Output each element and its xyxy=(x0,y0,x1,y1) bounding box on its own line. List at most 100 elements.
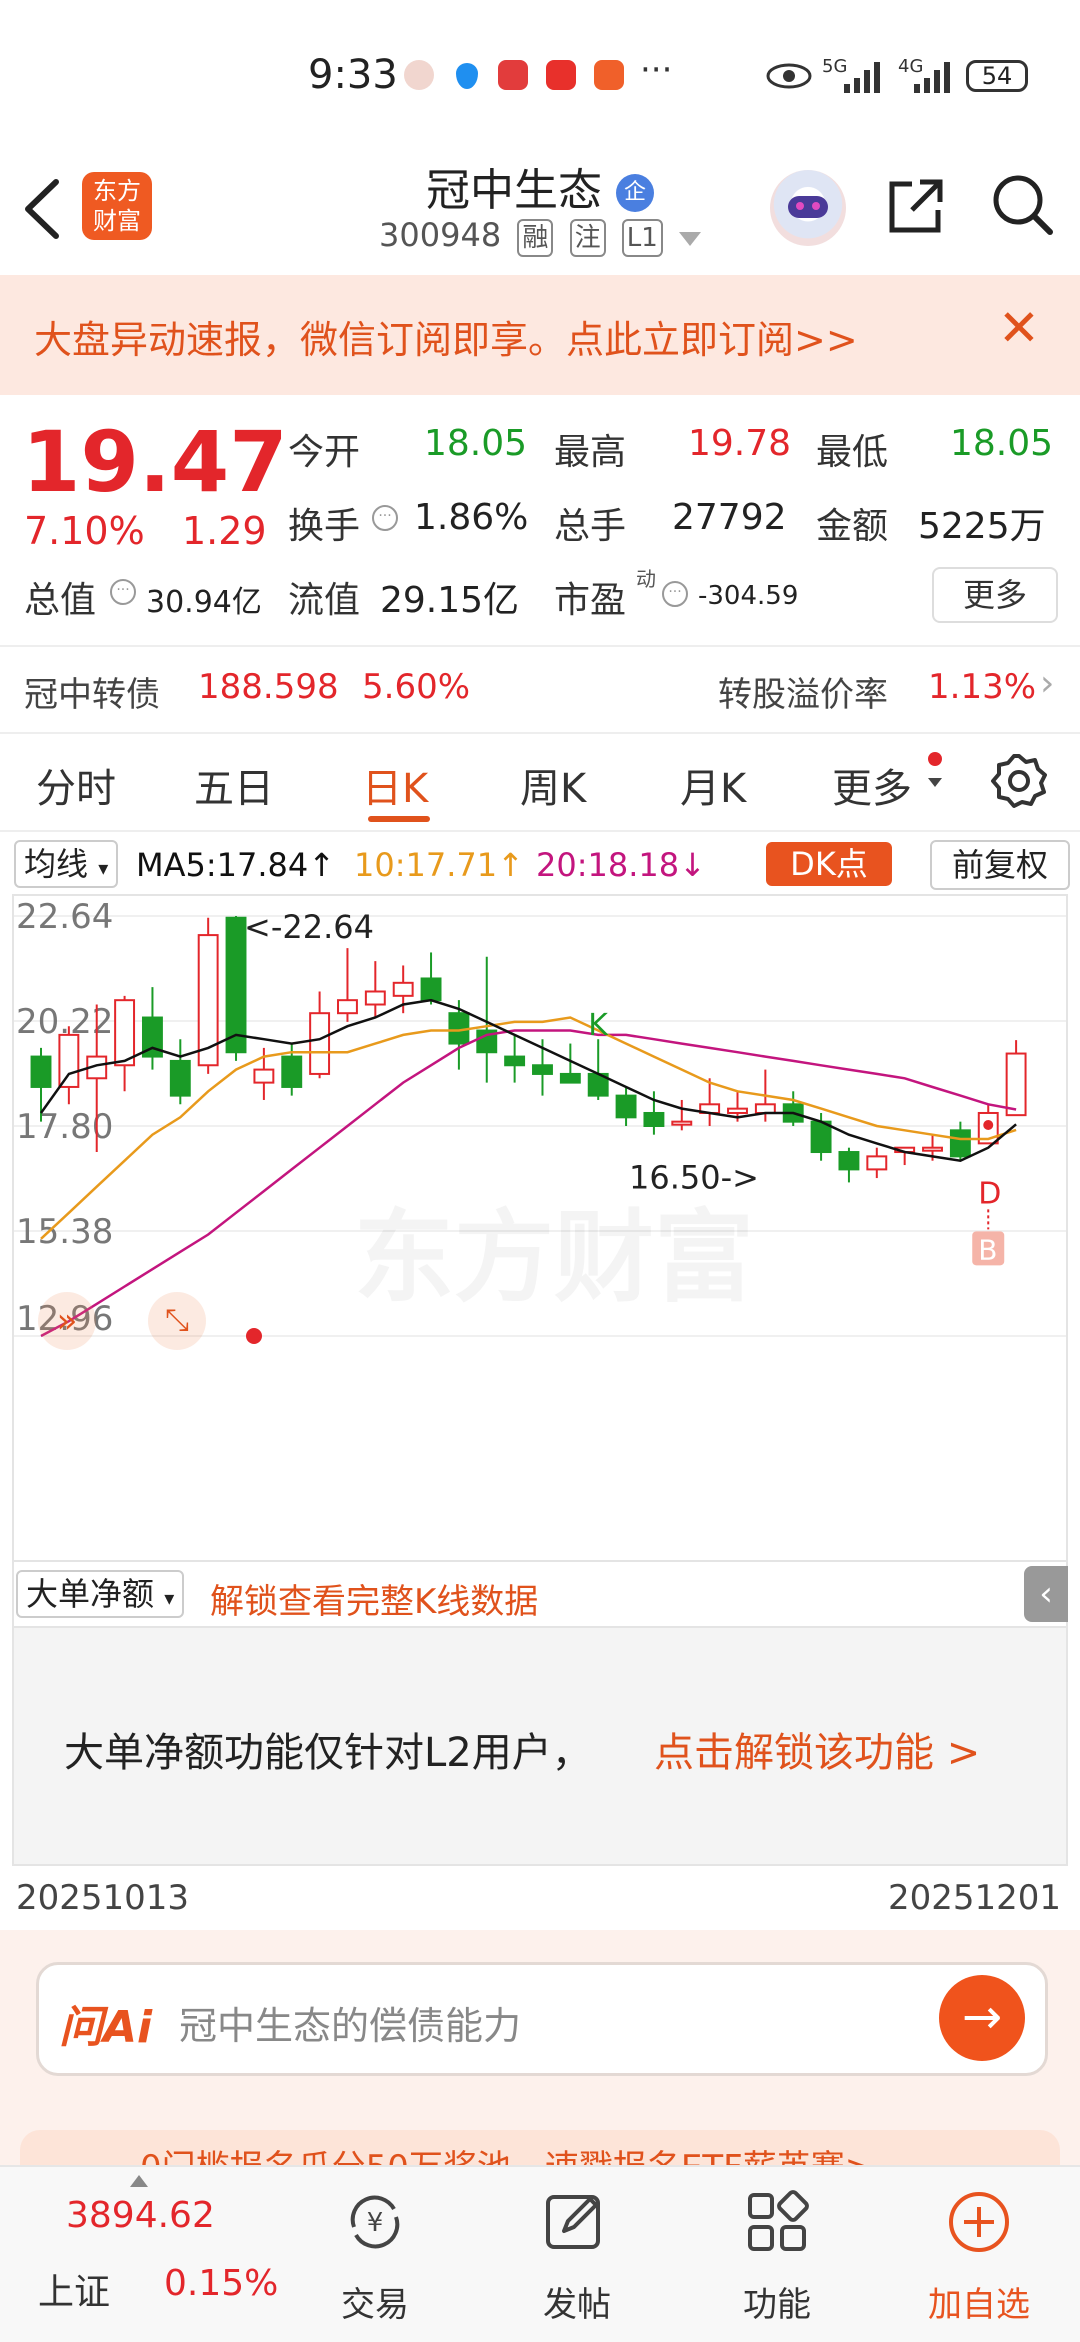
tab-more[interactable]: 更多 xyxy=(832,756,912,814)
share-icon[interactable] xyxy=(884,174,948,238)
dropdown-triangle-icon xyxy=(928,778,942,787)
low-value: 18.05 xyxy=(950,423,1054,464)
signal-icon-2 xyxy=(914,62,950,93)
ai-question-box[interactable]: 问Ai 冠中生态的偿债能力 → xyxy=(36,1962,1048,2076)
index-up-icon xyxy=(130,2175,148,2187)
candle-down xyxy=(532,1064,553,1075)
arrow-right-icon[interactable]: → xyxy=(939,1975,1025,2061)
battery-icon: 54 xyxy=(966,60,1028,92)
amount-value: 5225万 xyxy=(918,506,1046,547)
candle-down xyxy=(615,1094,637,1119)
candle-up xyxy=(309,1012,331,1075)
candle-up xyxy=(866,1155,888,1171)
tag-level: L1 xyxy=(621,219,663,257)
info-dots-icon[interactable]: ··· xyxy=(372,505,398,531)
close-icon[interactable]: ✕ xyxy=(998,299,1040,357)
subscribe-banner[interactable]: 大盘异动速报，微信订阅即享。点此立即订阅>> ✕ xyxy=(0,275,1080,395)
dropdown-triangle-icon: ▾ xyxy=(98,856,109,880)
ma-select[interactable]: 均线 ▾ xyxy=(14,840,119,888)
ai-placeholder[interactable]: 冠中生态的偿债能力 xyxy=(179,1995,521,2050)
candle-up xyxy=(337,999,358,1015)
unlock-link[interactable]: 解锁查看完整K线数据 xyxy=(210,1574,538,1623)
notification-dot xyxy=(928,752,942,766)
dk-label: DK点 xyxy=(790,845,868,883)
side-collapse-button[interactable]: ‹ xyxy=(1024,1566,1068,1622)
banner-text[interactable]: 大盘异动速报，微信订阅即享。点此立即订阅>> xyxy=(34,309,858,364)
index-name[interactable]: 上证 xyxy=(38,2263,110,2315)
nav-add-watchlist[interactable]: 加自选 xyxy=(914,2277,1044,2326)
gear-icon[interactable] xyxy=(990,752,1048,810)
candle-down xyxy=(420,977,442,1002)
tag-registered: 注 xyxy=(569,219,606,257)
candle-up xyxy=(114,999,136,1067)
promo-ticker[interactable]: 0门槛报名瓜分50万奖池，速戳报名ETF薪英赛> xyxy=(20,2130,1060,2170)
tab-monthly-k[interactable]: 月K xyxy=(680,756,746,814)
y-tick-label: 22.64 xyxy=(16,897,113,937)
pe-superscript: 动 xyxy=(636,567,656,591)
marker-k: K xyxy=(588,1008,609,1043)
index-pct[interactable]: 0.15% xyxy=(164,2263,278,2304)
candle-down xyxy=(169,1059,191,1097)
high-value: 19.78 xyxy=(688,423,792,464)
candle-up xyxy=(922,1146,943,1152)
tab-daily-k[interactable]: 日K xyxy=(362,756,428,814)
tab-weekly-k[interactable]: 周K xyxy=(520,756,586,814)
bond-name: 冠中转债 xyxy=(24,675,160,715)
volume-label: 总手 xyxy=(554,506,627,547)
more-button[interactable]: 更多 xyxy=(932,567,1058,623)
candle-down xyxy=(225,916,247,1054)
bottom-nav: 3894.62 上证 0.15% ¥ 交易 发帖 功能 加自选 xyxy=(0,2165,1080,2342)
candle-down xyxy=(559,1072,581,1084)
max-annotation: <-22.64 xyxy=(244,908,374,946)
search-icon[interactable] xyxy=(990,172,1056,238)
ma10-label: 10:17.71↑ xyxy=(354,846,524,884)
candle-down xyxy=(504,1055,526,1067)
sub-indicator-select[interactable]: 大单净额 ▾ xyxy=(16,1570,185,1618)
float-label: 流值 xyxy=(288,580,361,621)
collapse-icon[interactable]: » xyxy=(38,1292,96,1350)
marker-d: D xyxy=(978,1176,1001,1211)
end-date: 20251201 xyxy=(888,1878,1062,1918)
low-label: 最低 xyxy=(816,432,889,473)
period-tabs: 分时 五日 日K 周K 月K 更多 xyxy=(0,730,1080,832)
chevron-right-icon[interactable]: › xyxy=(1040,663,1054,704)
avatar-status-icon xyxy=(404,60,434,90)
info-dots-icon-3[interactable]: ··· xyxy=(662,581,688,607)
expand-icon[interactable]: ⤡ xyxy=(148,1292,206,1350)
convertible-bond-row[interactable]: 冠中转债 188.598 5.60% 转股溢价率 1.13% › xyxy=(0,645,1080,734)
adjust-button[interactable]: 前复权 xyxy=(930,840,1070,890)
post-icon[interactable] xyxy=(542,2189,608,2255)
candle-down xyxy=(30,1055,52,1088)
svg-text:¥: ¥ xyxy=(367,2208,384,2238)
dropdown-triangle-icon: ▾ xyxy=(164,1586,175,1610)
turnover-value: 1.86% xyxy=(414,497,529,538)
sale-app-icon xyxy=(594,60,624,90)
locked-feature-box[interactable]: 大单净额功能仅针对L2用户， 点击解锁该功能 > xyxy=(12,1626,1068,1866)
function-icon[interactable] xyxy=(744,2189,810,2255)
candle-up xyxy=(727,1107,748,1114)
index-value[interactable]: 3894.62 xyxy=(66,2195,215,2236)
candle-down xyxy=(281,1055,303,1088)
mktcap-value: 30.94亿 xyxy=(146,585,262,620)
dropdown-triangle-icon[interactable] xyxy=(678,232,701,246)
robot-assistant-icon[interactable] xyxy=(770,170,846,246)
stock-name: 冠中生态 xyxy=(426,165,602,216)
tab-intraday[interactable]: 分时 xyxy=(36,756,116,814)
candle-down xyxy=(949,1129,971,1158)
trade-icon[interactable]: ¥ xyxy=(342,2189,408,2255)
candle-down xyxy=(643,1111,665,1128)
lock-notice-link[interactable]: 点击解锁该功能 > xyxy=(654,1720,980,1778)
nav-function[interactable]: 功能 xyxy=(712,2277,842,2326)
turnover-label: 换手 xyxy=(288,506,361,547)
nav-post[interactable]: 发帖 xyxy=(512,2277,642,2326)
shield-status-icon xyxy=(456,63,478,89)
info-dots-icon-2[interactable]: ··· xyxy=(110,579,136,605)
kline-chart[interactable]: 22.64 20.22 17.80 15.38 12.96 <-22.64 16.50-> K… xyxy=(12,894,1068,1562)
signal-icon xyxy=(844,62,880,93)
tab-five-day[interactable]: 五日 xyxy=(194,756,274,814)
status-bar: 9:33 ··· 5G 4G 54 xyxy=(0,0,1080,150)
candle-up xyxy=(754,1103,776,1114)
nav-trade[interactable]: 交易 xyxy=(310,2277,440,2326)
add-watchlist-icon[interactable] xyxy=(946,2189,1012,2255)
dk-button[interactable]: DK点 xyxy=(766,842,892,886)
